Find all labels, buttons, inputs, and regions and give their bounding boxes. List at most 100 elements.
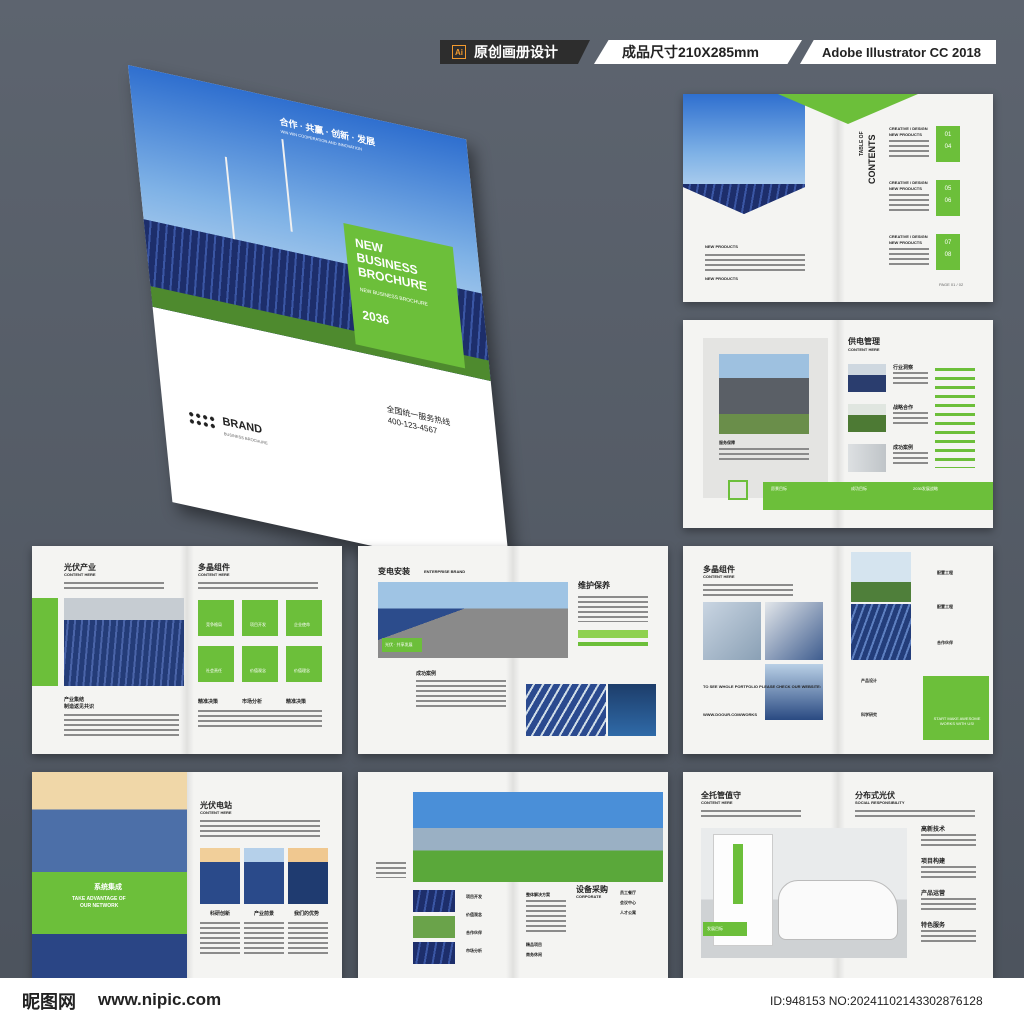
toc-left-text xyxy=(705,254,805,272)
spread3-tile-label: 竞争格局 xyxy=(206,622,222,627)
spread3-tile-label: 社会责任 xyxy=(206,668,222,673)
substation-spread: 变电安装 ENTERPRISE BRAND 光伏 · 共享发展 维护保养 成功案… xyxy=(358,546,668,754)
spread7-sub: CORPORATE xyxy=(576,894,602,899)
spread2-green-bar xyxy=(763,482,993,510)
toc-section3-sub: NEW PRODUCTS xyxy=(889,240,922,245)
spread3-check1: 精准决策 xyxy=(198,699,219,705)
spread8-item2: 项目构建 xyxy=(921,859,946,865)
spread7-item: 会议中心 xyxy=(620,900,636,905)
spread2-caption: 服务保障 xyxy=(719,440,735,445)
spread8-item-text xyxy=(921,866,976,880)
spread2-title: 供电管理 xyxy=(848,337,880,346)
toc-page-number: PAGE 01 / 02 xyxy=(939,282,964,287)
spread6-photo xyxy=(288,848,328,904)
toc-left-label2: NEW PRODUCTS xyxy=(705,276,738,281)
toc-section1-numbers: 01 04 xyxy=(936,126,960,162)
cover-year: 2036 xyxy=(361,307,390,328)
toc-section1-sub: NEW PRODUCTS xyxy=(889,132,922,137)
pv-station-spread: 系统集成 TAKE ADVANTAGE OF OUR NETWORK 光伏电站 … xyxy=(32,772,342,980)
spread4-right-text xyxy=(578,596,648,622)
spread3-right-text xyxy=(198,582,318,590)
design-tag-label: 原创画册设计 xyxy=(474,44,558,60)
spread4-body xyxy=(416,680,506,708)
spread7-check3: 合作伙伴 xyxy=(466,930,482,935)
spread4-title: 变电安装 xyxy=(378,567,410,576)
toc-solar-photo xyxy=(683,184,805,214)
spread6-sub: CONTENT HERE xyxy=(200,810,232,815)
spread6-banner-en1: TAKE ADVANTAGE OF xyxy=(72,896,126,902)
toc-section3-n2: 08 xyxy=(944,252,952,258)
spread4-title-sub: ENTERPRISE BRAND xyxy=(424,569,466,574)
spread6-body xyxy=(244,922,284,956)
spread5-cta: TO SEE WHOLE PORTFOLIO PLEASE CHECK OUR … xyxy=(703,684,821,689)
spread5-item2: 配置工程 xyxy=(937,604,953,609)
spread3-left-text xyxy=(64,582,164,590)
nipic-url[interactable]: www.nipic.com xyxy=(98,990,221,1010)
toc-section2-n2: 06 xyxy=(944,198,952,204)
spread5-cta-text: TO SEE WHOLE PORTFOLIO PLEASE CHECK OUR … xyxy=(703,684,822,689)
spread5-sub: CONTENT HERE xyxy=(703,574,735,579)
spread5-text xyxy=(703,584,793,596)
spread3-left-sub: CONTENT HERE xyxy=(64,572,96,577)
toc-section1-n1: 01 xyxy=(944,132,952,138)
spread2-house-photo xyxy=(719,354,809,434)
spread5-item3: 合作伙伴 xyxy=(937,640,953,645)
toc-heading2: CONTENTS xyxy=(867,134,877,185)
brand-logo-icon xyxy=(187,409,217,431)
toc-section2-n1: 05 xyxy=(944,186,952,192)
spread3-tile: 价值理念 xyxy=(286,646,322,682)
spread3-tile: 企业使命 xyxy=(286,600,322,636)
spread4-panel-photo xyxy=(526,684,606,736)
spread2-caption-text xyxy=(719,448,809,462)
spread2-item-text xyxy=(893,412,928,426)
components-spread: 多晶组件 CONTENT HERE TO SEE WHOLE PORTFOLIO… xyxy=(683,546,993,754)
spread5-item4: 产品设计 xyxy=(861,678,877,683)
spread2-item-photo xyxy=(848,364,886,392)
spread7-item: 商务休闲 xyxy=(526,952,542,957)
spread8-item4: 特色服务 xyxy=(921,923,946,929)
spread2-item-photo xyxy=(848,404,886,432)
hosting-spread: 全托管值守 CONTENT HERE 发展目标 分布式光伏 SOCIAL RES… xyxy=(683,772,993,980)
toc-section2-sub: NEW PRODUCTS xyxy=(889,186,922,191)
spread8-item1: 高新技术 xyxy=(921,827,946,833)
spread8-badge-label: 发展目标 xyxy=(707,926,723,931)
charger-light-strip xyxy=(733,844,743,904)
software-tag: Adobe Illustrator CC 2018 xyxy=(800,40,996,64)
spread8-right-sub: SOCIAL RESPONSIBILITY xyxy=(855,800,905,805)
image-id: ID:948153 NO:20241102143302876128 xyxy=(770,994,983,1008)
spread2-item-3: 成功案例 xyxy=(893,445,914,451)
spread4-banner: 光伏 · 共享发展 xyxy=(382,638,422,652)
spread4-right-title: 维护保养 xyxy=(578,581,610,590)
toc-section1-n2: 04 xyxy=(944,144,952,150)
spread6-text xyxy=(200,820,320,840)
spread8-left-text xyxy=(701,810,801,818)
spread3-green-strip xyxy=(32,598,58,686)
spread7-city-photo xyxy=(413,792,663,882)
spread2-bar-item2: 成功目标 xyxy=(851,486,867,491)
spread6-banner-title: 系统集成 xyxy=(94,884,122,891)
spread2-item-2: 战略合作 xyxy=(893,405,914,411)
spread5-photo xyxy=(765,602,823,660)
toc-spread: NEW PRODUCTS NEW PRODUCTS TABLE OF CONTE… xyxy=(683,94,993,302)
spread5-green-cta-text: START MAKE AWESOME WORKS WITH US! xyxy=(933,716,981,726)
spread5-photo xyxy=(765,664,823,720)
spread7-item: 员工餐厅 xyxy=(620,890,636,895)
toc-section2-items xyxy=(889,194,929,214)
size-tag-label: 成品尺寸210X285mm xyxy=(622,44,759,60)
spread7-item: 精品项目 xyxy=(526,942,542,947)
software-tag-label: Adobe Illustrator CC 2018 xyxy=(822,44,981,60)
spread3-left-caption1: 产业集结 xyxy=(64,697,85,703)
spread7-photo xyxy=(413,942,455,964)
spread7-check4: 市场分析 xyxy=(466,948,482,953)
brochure-cover: 合作 · 共赢 · 创新 · 发展 WIN WIN COOPERATION AN… xyxy=(128,65,511,577)
spread7-check2: 价值观念 xyxy=(466,912,482,917)
spread2-item-1: 行业洞察 xyxy=(893,365,914,371)
spread8-right-text xyxy=(855,810,975,818)
spread-fold xyxy=(831,94,845,302)
toc-left-label1: NEW PRODUCTS xyxy=(705,244,738,249)
illustrator-icon: Ai xyxy=(452,45,466,59)
spread3-left-caption2: 制造返见共识 xyxy=(64,704,95,710)
spread5-url[interactable]: WWW.DOOUR.COM/WORKS xyxy=(703,712,757,717)
spread2-progress-bars xyxy=(935,368,975,468)
spread2-item-photo xyxy=(848,444,886,472)
